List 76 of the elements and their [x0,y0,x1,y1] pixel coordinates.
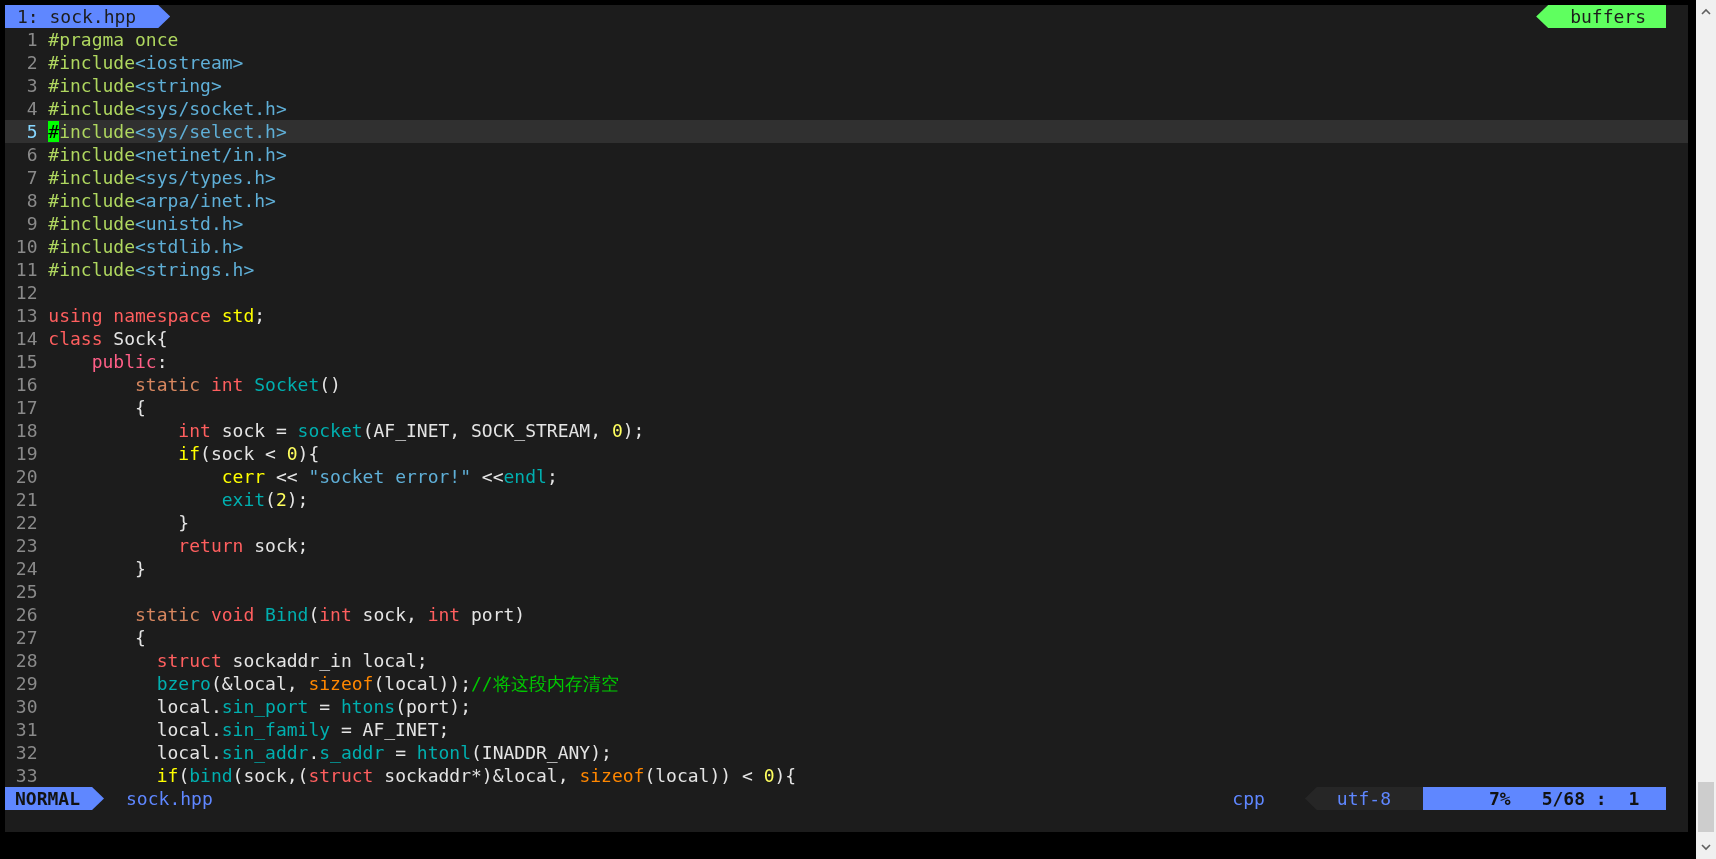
code-line: static void Bind(int sock, int port) [134,603,526,626]
code-line: #include<sys/select.h> [48,120,287,143]
line-number: 17 [14,396,38,419]
line-number: 23 [14,534,38,557]
code-line: } [177,511,190,534]
line-number: 2 [25,51,38,74]
line-number: 5 [25,120,38,143]
code-line: if(sock < 0){ [177,442,320,465]
line-number: 7 [25,166,38,189]
line-number: 15 [14,350,38,373]
code-line: #include<sys/socket.h> [48,97,287,120]
code-line: struct sockaddr_in local; [155,649,428,672]
code-line: #include<string> [48,74,222,97]
line-number: 11 [14,258,38,281]
line-number: 25 [14,580,38,603]
line-number: 22 [14,511,38,534]
buffer-tab[interactable]: 1: sock.hpp [5,5,171,28]
line-number: 33 [14,764,38,787]
line-number: 12 [14,281,38,304]
code-line: #include<strings.h> [48,258,255,281]
line-number: 18 [14,419,38,442]
code-line: #include<arpa/inet.h> [48,189,276,212]
line-number: 31 [14,718,38,741]
line-number: 9 [25,212,38,235]
code-line: #include<netinet/in.h> [48,143,287,166]
file-name: sock.hpp [126,787,213,810]
line-number: 24 [14,557,38,580]
scroll-down-icon[interactable] [1701,843,1711,851]
file-encoding: utf-8 [1304,787,1423,810]
scroll-percent: 7% [1489,787,1511,810]
code-line: #include<unistd.h> [48,212,244,235]
code-line: int sock = socket(AF_INET, SOCK_STREAM, 0); [177,419,645,442]
line-number: 10 [14,235,38,258]
code-line: #pragma once [48,28,179,51]
line-number: 16 [14,373,38,396]
line-number: 26 [14,603,38,626]
line-number: 27 [14,626,38,649]
code-line: #include<stdlib.h> [48,235,244,258]
buffers-label: buffers [1536,5,1666,28]
code-line: } [134,557,146,580]
code-line: local.sin_port = htons(port); [155,695,471,718]
code-line: cerr << "socket error!" <<endl; [220,465,558,488]
scroll-thumb[interactable] [1698,782,1714,832]
line-number: 28 [14,649,38,672]
scrollbar[interactable] [1696,0,1716,859]
line-number: 14 [14,327,38,350]
code-line: class Sock{ [48,327,168,350]
code-line: if(bind(sock,(struct sockaddr*)&local, sizeof(local)) < 0){ [155,764,797,787]
code-line: exit(2); [220,488,309,511]
cursor-position: 5/68 : 1 [1541,787,1640,810]
file-type: cpp [1232,787,1265,810]
code-line: local.sin_addr.s_addr = htonl(INADDR_ANY); [155,741,612,764]
code-line: #include<iostream> [48,51,244,74]
code-line: static int Socket() [134,373,341,396]
line-number: 6 [25,143,38,166]
code-line: { [134,626,146,649]
code-line: using namespace std; [48,304,266,327]
code-line: local.sin_family = AF_INET; [155,718,450,741]
code-line: return sock; [177,534,309,557]
code-line: #include<sys/types.h> [48,166,276,189]
line-number: 3 [25,74,38,97]
line-number: 21 [14,488,38,511]
line-number: 32 [14,741,38,764]
code-line: public: [90,350,168,373]
line-number: 13 [14,304,38,327]
code-line: bzero(&local, sizeof(local));//将这段内存清空 [155,672,619,695]
line-number: 29 [14,672,38,695]
line-number: 30 [14,695,38,718]
scroll-up-icon[interactable] [1701,8,1711,16]
line-number: 8 [25,189,38,212]
mode-indicator: NORMAL [5,787,105,810]
line-number: 20 [14,465,38,488]
line-number: 19 [14,442,38,465]
line-number: 4 [25,97,38,120]
code-line: { [134,396,146,419]
line-number: 1 [25,28,38,51]
